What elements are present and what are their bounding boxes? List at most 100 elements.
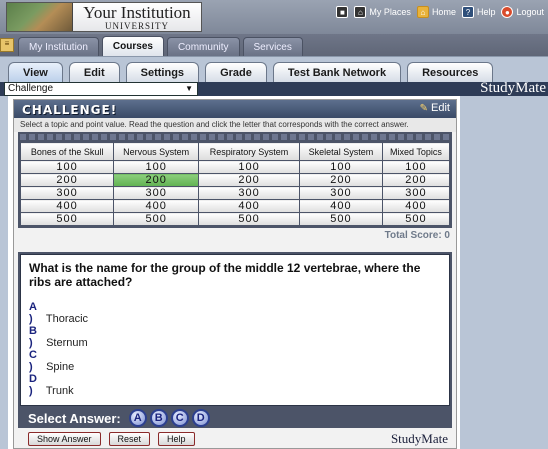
board-decoration	[20, 134, 450, 140]
option-letter: B )	[29, 325, 37, 349]
answer-b-button[interactable]: B	[149, 409, 168, 427]
edit-label: Edit	[431, 102, 450, 114]
subtab-resources[interactable]: Resources	[407, 62, 494, 82]
logout-link[interactable]: ● Logout	[501, 6, 544, 18]
challenge-board: Bones of the Skull Nervous System Respir…	[18, 132, 452, 228]
category-header: Bones of the Skull	[19, 142, 115, 161]
challenge-panel: CHALLENGE! ✎ Edit Select a topic and poi…	[13, 99, 457, 449]
edit-button[interactable]: ✎ Edit	[420, 102, 450, 114]
collapse-icon[interactable]: ≡	[0, 38, 14, 52]
points-cell[interactable]: 100	[198, 160, 300, 174]
sub-nav: View Edit Settings Grade Test Bank Netwo…	[0, 56, 548, 82]
points-cell[interactable]: 500	[298, 212, 383, 226]
option-letter: A )	[29, 301, 37, 325]
points-cell[interactable]: 500	[198, 212, 300, 226]
chevron-down-icon: ▼	[185, 84, 193, 93]
points-row: 500 500 500 500 500	[19, 212, 451, 226]
points-cell[interactable]: 200	[19, 173, 115, 187]
tab-services[interactable]: Services	[242, 37, 303, 56]
tool-select[interactable]: Challenge ▼	[4, 82, 198, 96]
help-label: Help	[476, 7, 496, 17]
home-label: Home	[431, 7, 456, 17]
points-cell[interactable]: 400	[298, 199, 383, 213]
institution-logo[interactable]: Your Institution UNIVERSITY	[6, 2, 202, 32]
subtab-view[interactable]: View	[8, 62, 63, 82]
points-cell[interactable]: 400	[113, 199, 200, 213]
points-cell[interactable]: 100	[113, 160, 200, 174]
logo-text: Your Institution UNIVERSITY	[73, 4, 201, 31]
sub-tabs: View Edit Settings Grade Test Bank Netwo…	[8, 62, 494, 82]
help-button[interactable]: Help	[158, 432, 195, 446]
help-icon: ?	[461, 6, 474, 18]
points-cell[interactable]: 300	[113, 186, 200, 200]
tab-my-institution[interactable]: My Institution	[18, 37, 99, 56]
points-cell[interactable]: 200	[298, 173, 383, 187]
subtab-test-bank-network[interactable]: Test Bank Network	[272, 62, 402, 82]
option-text: Trunk	[45, 385, 74, 397]
institution-name: Your Institution	[83, 2, 191, 22]
campus-image	[7, 3, 73, 31]
challenge-header: CHALLENGE! ✎ Edit	[14, 100, 456, 118]
main-nav-tabs: My Institution Courses Community Service…	[18, 36, 303, 56]
question-inner: What is the name for the group of the mi…	[20, 254, 450, 406]
left-margin	[0, 96, 8, 449]
help-link[interactable]: ? Help	[461, 6, 496, 18]
total-score: Total Score: 0	[384, 230, 450, 241]
points-cell[interactable]: 500	[381, 212, 451, 226]
user-icon[interactable]: ■	[336, 6, 349, 18]
question-box: What is the name for the group of the mi…	[18, 252, 452, 408]
points-cell-selected[interactable]: 200	[113, 173, 200, 187]
top-links: ■ ⌂ My Places ⌂ Home ? Help ● Logout	[336, 6, 544, 18]
logout-label: Logout	[516, 7, 544, 17]
points-cell[interactable]: 200	[381, 173, 451, 187]
points-cell[interactable]: 300	[381, 186, 451, 200]
points-cell[interactable]: 100	[381, 160, 451, 174]
subtab-settings[interactable]: Settings	[125, 62, 200, 82]
tab-community[interactable]: Community	[166, 37, 240, 56]
challenge-title: CHALLENGE!	[22, 103, 118, 117]
points-cell[interactable]: 400	[198, 199, 300, 213]
show-answer-button[interactable]: Show Answer	[28, 432, 101, 446]
places-icon: ⌂	[354, 6, 367, 18]
category-header: Nervous System	[113, 142, 200, 161]
points-row: 300 300 300 300 300	[19, 186, 451, 200]
points-row: 400 400 400 400 400	[19, 199, 451, 213]
points-cell[interactable]: 500	[19, 212, 115, 226]
logout-icon: ●	[501, 6, 514, 18]
points-cell[interactable]: 200	[198, 173, 300, 187]
reset-button[interactable]: Reset	[108, 432, 151, 446]
option-a: A ) Thoracic	[29, 301, 441, 325]
option-text: Sternum	[46, 337, 88, 349]
category-row: Bones of the Skull Nervous System Respir…	[19, 142, 451, 161]
my-places-link[interactable]: ⌂ My Places	[354, 6, 411, 18]
main-nav: ≡ My Institution Courses Community Servi…	[0, 34, 548, 56]
option-letter: D )	[29, 373, 37, 397]
instructions: Select a topic and point value. Read the…	[14, 118, 456, 132]
category-header: Respiratory System	[198, 142, 300, 161]
points-cell[interactable]: 100	[298, 160, 383, 174]
points-cell[interactable]: 400	[19, 199, 115, 213]
subtab-edit[interactable]: Edit	[68, 62, 120, 82]
points-cell[interactable]: 300	[298, 186, 383, 200]
answer-d-button[interactable]: D	[191, 409, 210, 427]
points-cell[interactable]: 400	[381, 199, 451, 213]
category-header: Mixed Topics	[381, 142, 451, 161]
answer-c-button[interactable]: C	[170, 409, 189, 427]
points-cell[interactable]: 500	[113, 212, 200, 226]
page: Your Institution UNIVERSITY ■ ⌂ My Place…	[0, 0, 548, 449]
home-link[interactable]: ⌂ Home	[416, 6, 456, 18]
studymate-footer-logo: StudyMate	[390, 431, 448, 446]
option-letter: C )	[29, 349, 37, 373]
tab-courses[interactable]: Courses	[101, 36, 164, 56]
points-cell[interactable]: 100	[19, 160, 115, 174]
right-margin	[460, 96, 548, 449]
option-b: B ) Sternum	[29, 325, 441, 349]
studymate-logo: StudyMate	[480, 80, 546, 96]
answer-a-button[interactable]: A	[128, 409, 147, 427]
option-c: C ) Spine	[29, 349, 441, 373]
points-grid: Bones of the Skull Nervous System Respir…	[19, 142, 451, 226]
points-cell[interactable]: 300	[198, 186, 300, 200]
points-cell[interactable]: 300	[19, 186, 115, 200]
question-text: What is the name for the group of the mi…	[29, 261, 421, 289]
subtab-grade[interactable]: Grade	[205, 62, 267, 82]
